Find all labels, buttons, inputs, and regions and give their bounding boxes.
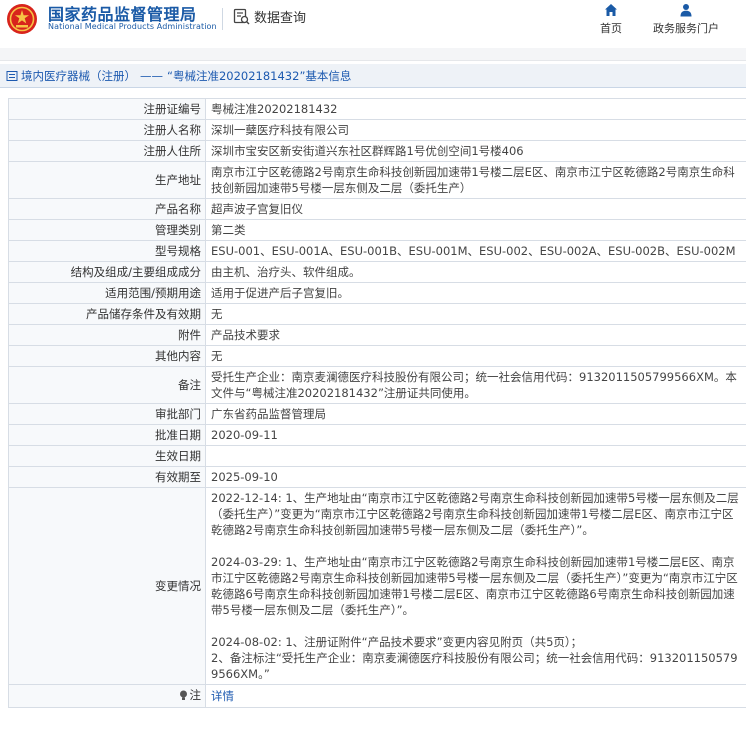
table-row-reg-no: 注册证编号 粤械注准20202181432 <box>8 98 746 120</box>
other-label: 其他内容 <box>8 345 206 367</box>
data-query-icon <box>233 8 250 24</box>
note-label: 注 <box>189 688 202 702</box>
table-row-remark: 备注 受托生产企业：南京麦澜德医疗科技股份有限公司；统一社会信用代码：91320… <box>8 366 746 404</box>
nav-home-label: 首页 <box>600 22 622 35</box>
note-value: 详情 <box>205 684 746 708</box>
lightbulb-icon <box>179 690 187 700</box>
model-label: 型号规格 <box>8 240 206 262</box>
changes-value: 2022-12-14: 1、生产地址由“南京市江宁区乾德路2号南京生命科技创新园… <box>205 487 746 685</box>
table-row-changes: 变更情况 2022-12-14: 1、生产地址由“南京市江宁区乾德路2号南京生命… <box>8 487 746 685</box>
data-query-label: 数据查询 <box>254 10 307 26</box>
home-icon <box>605 4 617 16</box>
scope-label: 适用范围/预期用途 <box>8 282 206 304</box>
change-entry-3: 2024-08-02: 1、注册证附件“产品技术要求”变更内容见附页（共5页）；… <box>211 634 742 682</box>
table-row-product: 产品名称 超声波子宫复旧仪 <box>8 198 746 220</box>
user-icon <box>680 4 692 17</box>
address-value: 深圳市宝安区新安街道兴东社区群辉路1号优创空间1号楼406 <box>205 140 746 162</box>
nav-home[interactable]: 首页 <box>594 3 628 36</box>
registrant-value: 深圳一蘖医疗科技有限公司 <box>205 119 746 141</box>
other-value: 无 <box>205 345 746 367</box>
scope-value: 适用于促进产后子宫复旧。 <box>205 282 746 304</box>
structure-value: 由主机、治疗头、软件组成。 <box>205 261 746 283</box>
table-row-production: 生产地址 南京市江宁区乾德路2号南京生命科技创新园加速带1号楼二层E区、南京市江… <box>8 161 746 199</box>
note-label-cell: 注 <box>8 684 206 708</box>
product-label: 产品名称 <box>8 198 206 220</box>
production-value: 南京市江宁区乾德路2号南京生命科技创新园加速带1号楼二层E区、南京市江宁区乾德路… <box>205 161 746 199</box>
changes-label: 变更情况 <box>8 487 206 685</box>
expire-date-label: 有效期至 <box>8 466 206 488</box>
registration-detail-table: 注册证编号 粤械注准20202181432 注册人名称 深圳一蘖医疗科技有限公司… <box>8 98 746 708</box>
table-row-scope: 适用范围/预期用途 适用于促进产后子宫复旧。 <box>8 282 746 304</box>
table-row-attachment: 附件 产品技术要求 <box>8 324 746 346</box>
reg-no-value: 粤械注准20202181432 <box>205 98 746 120</box>
change-entry-2: 2024-03-29: 1、生产地址由“南京市江宁区乾德路2号南京生命科技创新园… <box>211 555 738 617</box>
table-row-other: 其他内容 无 <box>8 345 746 367</box>
effective-date-label: 生效日期 <box>8 445 206 467</box>
header-divider <box>222 8 223 30</box>
table-row-storage: 产品储存条件及有效期 无 <box>8 303 746 325</box>
attachment-label: 附件 <box>8 324 206 346</box>
breadcrumb-section-link[interactable]: 境内医疗器械（注册） <box>21 68 136 84</box>
approve-date-value: 2020-09-11 <box>205 424 746 446</box>
details-link[interactable]: 详情 <box>211 689 234 703</box>
note-key: 注 <box>179 687 202 703</box>
breadcrumb-separator: —— <box>140 68 163 83</box>
data-query-title: 数据查询 <box>233 6 306 26</box>
expire-date-value: 2025-09-10 <box>205 466 746 488</box>
storage-value: 无 <box>205 303 746 325</box>
reg-no-label: 注册证编号 <box>8 98 206 120</box>
table-row-note: 注 详情 <box>8 684 746 708</box>
breadcrumb: 境内医疗器械（注册） —— “粤械注准20202181432”基本信息 <box>0 64 746 88</box>
registrant-label: 注册人名称 <box>8 119 206 141</box>
change-entry-1: 2022-12-14: 1、生产地址由“南京市江宁区乾德路2号南京生命科技创新园… <box>211 491 739 537</box>
table-row-dept: 审批部门 广东省药品监督管理局 <box>8 403 746 425</box>
table-row-category: 管理类别 第二类 <box>8 219 746 241</box>
dept-label: 审批部门 <box>8 403 206 425</box>
national-emblem-icon <box>7 4 37 34</box>
storage-label: 产品储存条件及有效期 <box>8 303 206 325</box>
table-row-registrant: 注册人名称 深圳一蘖医疗科技有限公司 <box>8 119 746 141</box>
table-row-expire-date: 有效期至 2025-09-10 <box>8 466 746 488</box>
table-row-model: 型号规格 ESU-001、ESU-001A、ESU-001B、ESU-001M、… <box>8 240 746 262</box>
change-entry-3-line-2: 2、备注标注“受托生产企业：南京麦澜德医疗科技股份有限公司；统一社会信用代码：9… <box>211 651 738 681</box>
org-english-name: National Medical Products Administration <box>48 22 217 31</box>
header-separator <box>0 48 746 61</box>
nav-portal-label: 政务服务门户 <box>653 22 719 35</box>
table-row-structure: 结构及组成/主要组成成分 由主机、治疗头、软件组成。 <box>8 261 746 283</box>
table-row-address: 注册人住所 深圳市宝安区新安街道兴东社区群辉路1号优创空间1号楼406 <box>8 140 746 162</box>
remark-value: 受托生产企业：南京麦澜德医疗科技股份有限公司；统一社会信用代码：91320115… <box>205 366 746 404</box>
attachment-value: 产品技术要求 <box>205 324 746 346</box>
list-icon <box>6 70 18 81</box>
approve-date-label: 批准日期 <box>8 424 206 446</box>
breadcrumb-title: “粤械注准20202181432”基本信息 <box>167 68 352 83</box>
category-value: 第二类 <box>205 219 746 241</box>
table-row-effective-date: 生效日期 <box>8 445 746 467</box>
remark-label: 备注 <box>8 366 206 404</box>
category-label: 管理类别 <box>8 219 206 241</box>
model-value: ESU-001、ESU-001A、ESU-001B、ESU-001M、ESU-0… <box>205 240 746 262</box>
change-entry-3-line-1: 2024-08-02: 1、注册证附件“产品技术要求”变更内容见附页（共5页）； <box>211 635 583 649</box>
structure-label: 结构及组成/主要组成成分 <box>8 261 206 283</box>
site-header: 国家药品监督管理局 National Medical Products Admi… <box>0 0 746 48</box>
product-value: 超声波子宫复旧仪 <box>205 198 746 220</box>
dept-value: 广东省药品监督管理局 <box>205 403 746 425</box>
address-label: 注册人住所 <box>8 140 206 162</box>
effective-date-value <box>205 445 746 467</box>
production-label: 生产地址 <box>8 161 206 199</box>
table-row-approve-date: 批准日期 2020-09-11 <box>8 424 746 446</box>
nav-service-portal[interactable]: 政务服务门户 <box>646 3 726 36</box>
